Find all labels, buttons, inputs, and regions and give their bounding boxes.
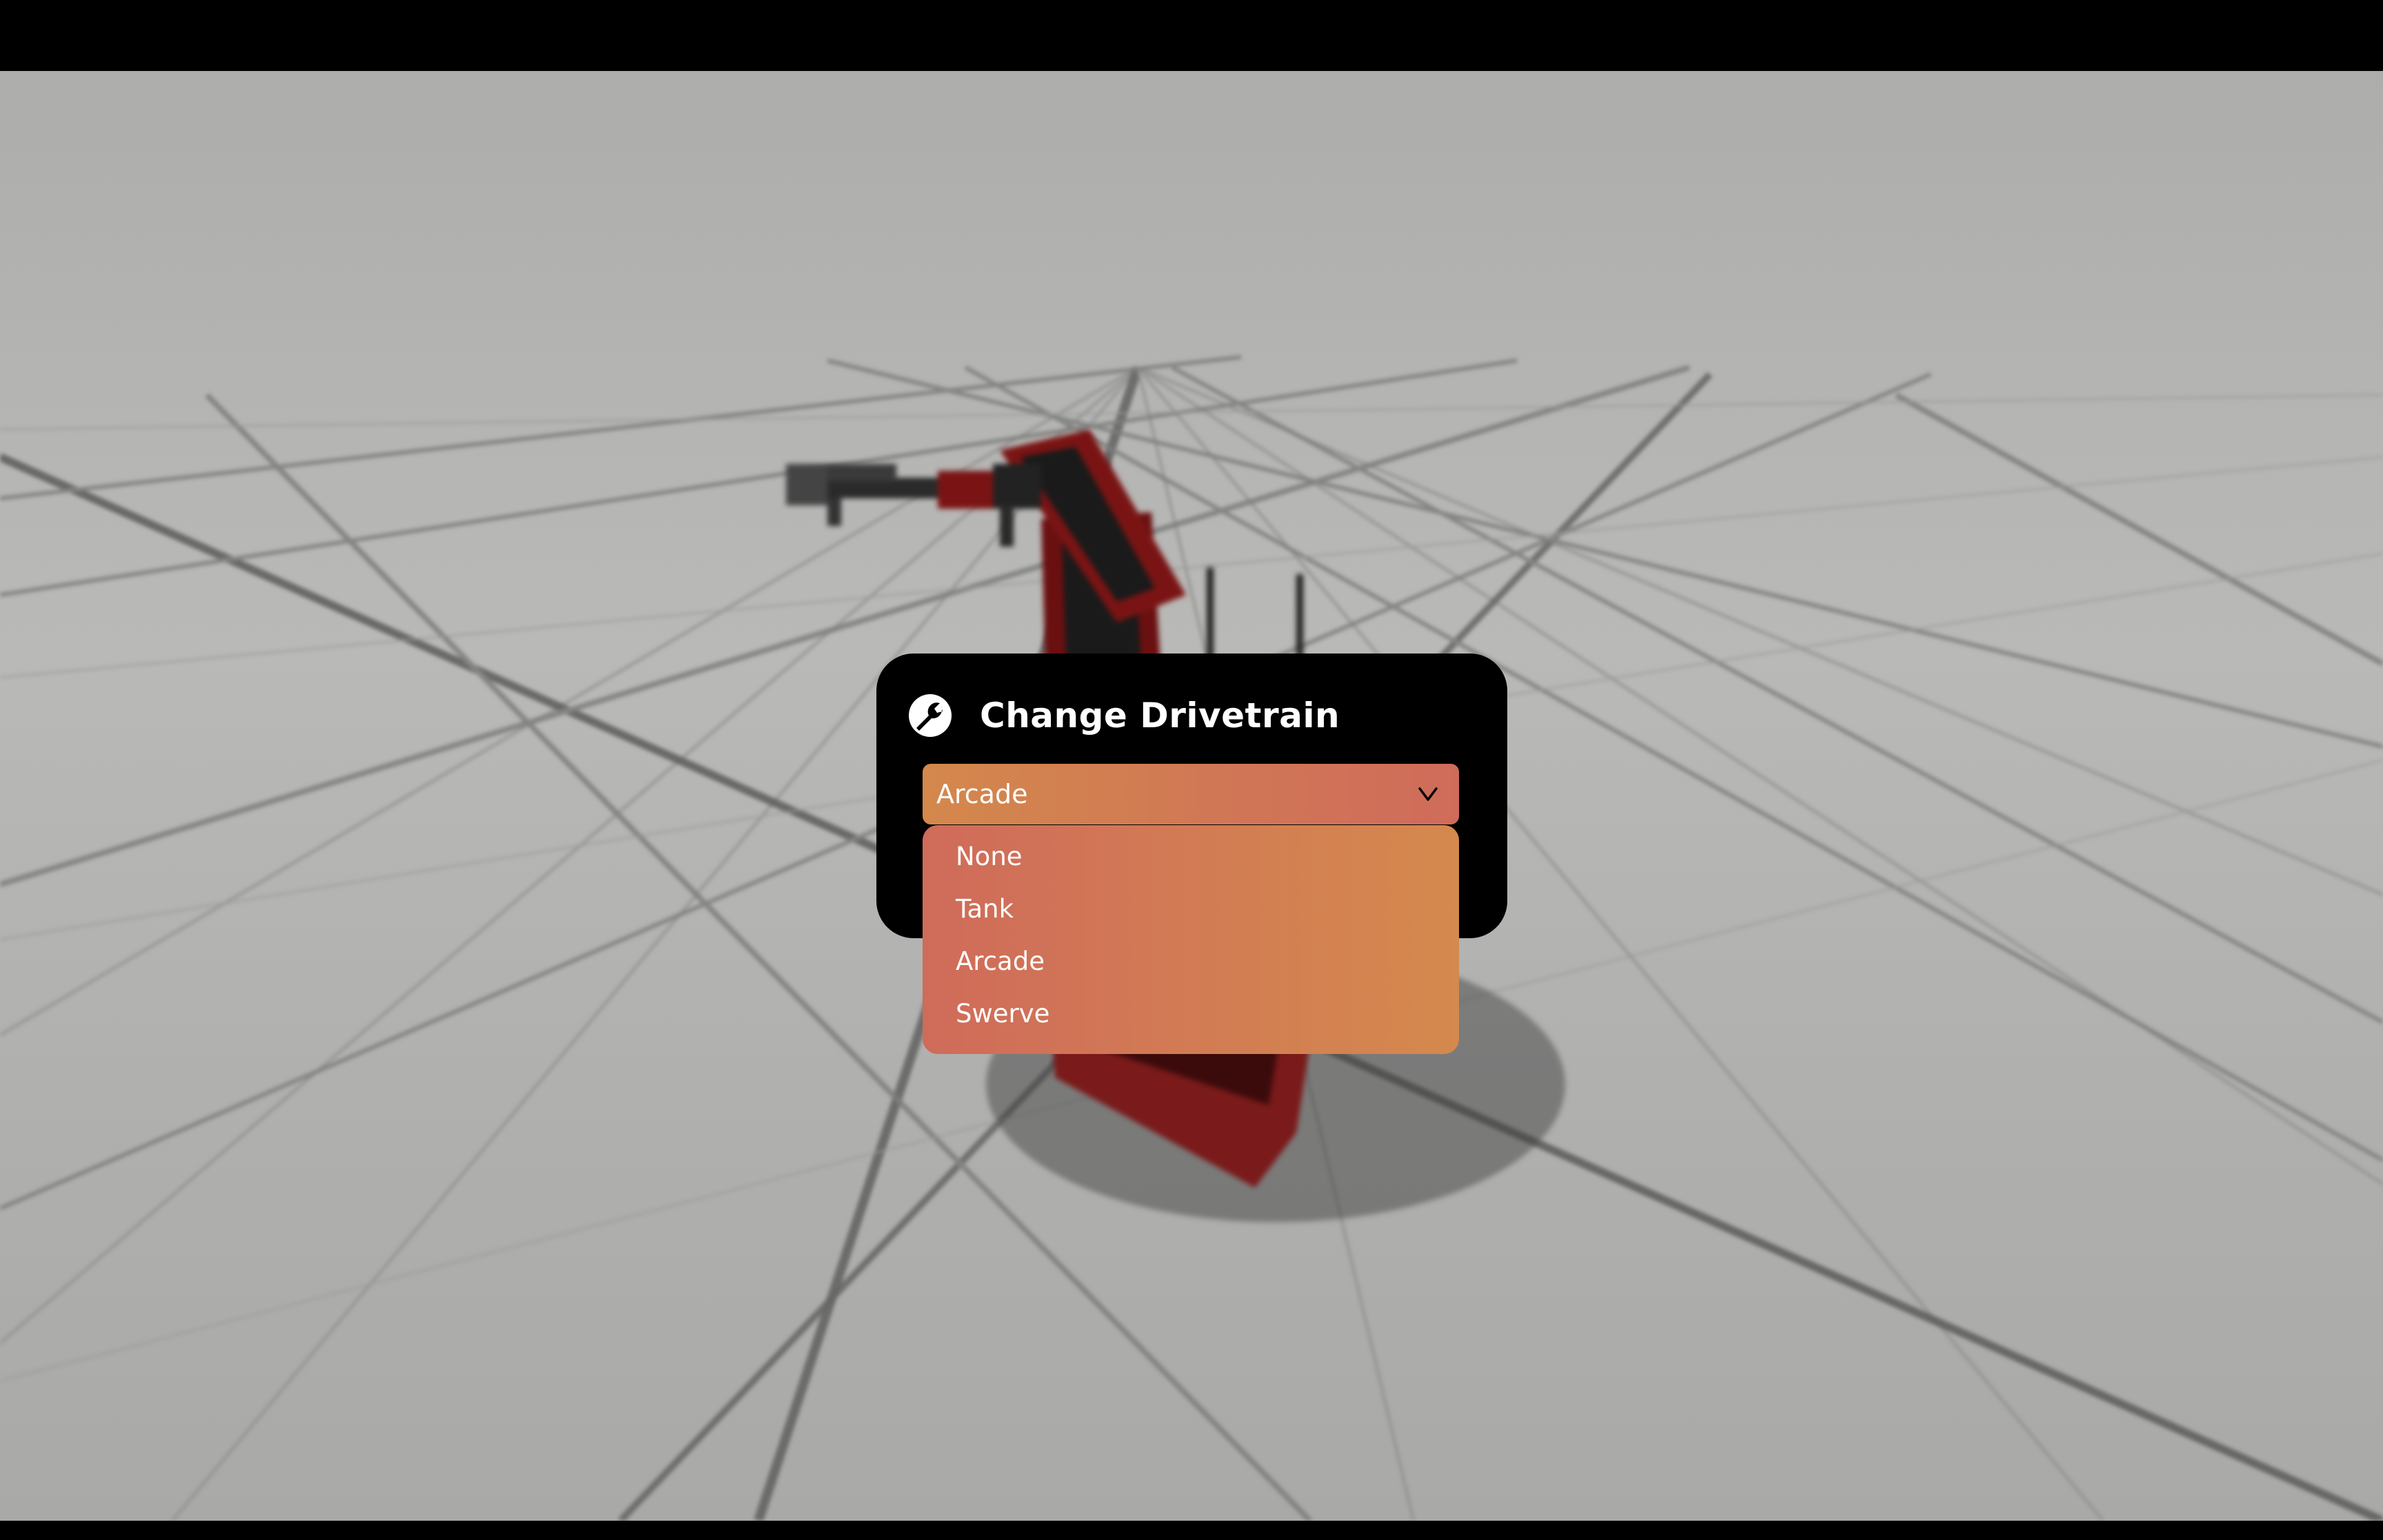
wrench-icon [908, 693, 952, 738]
option-tank[interactable]: Tank [956, 887, 1014, 931]
option-swerve[interactable]: Swerve [956, 992, 1049, 1036]
modal-title: Change Drivetrain [980, 696, 1340, 736]
top-letterbox-bar [0, 0, 2383, 71]
drivetrain-select[interactable]: Arcade [923, 764, 1459, 824]
option-arcade[interactable]: Arcade [956, 940, 1045, 984]
drivetrain-select-value: Arcade [936, 779, 1028, 809]
chevron-down-icon[interactable] [1418, 784, 1438, 804]
drivetrain-options-menu: None Tank Arcade Swerve [923, 825, 1459, 1054]
bottom-letterbox-bar [0, 1521, 2383, 1540]
option-none[interactable]: None [956, 835, 1023, 879]
modal-header: Change Drivetrain [908, 689, 1340, 742]
